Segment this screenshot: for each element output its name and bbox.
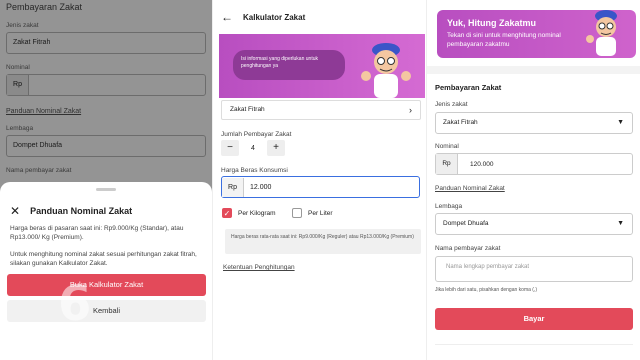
rice-price-value: 12.000 (250, 183, 272, 191)
rice-price-input[interactable]: Rp 12.000 (221, 176, 420, 198)
back-arrow-icon[interactable]: ← (221, 10, 233, 24)
ketentuan-link[interactable]: Ketentuan Penghitungan (223, 264, 295, 271)
sheet-paragraph-calculator: Untuk menghitung nominal zakat sesuai pe… (10, 251, 197, 268)
nama-hint: Jika lebih dari satu, pisahkan dengan ko… (435, 287, 538, 293)
watermark-logo: 6 (58, 276, 92, 332)
checkbox-checked-icon[interactable]: ✓ (222, 208, 232, 218)
currency-prefix: Rp (436, 154, 458, 174)
banner-title: Yuk, Hitung Zakatmu (447, 18, 537, 28)
speech-bubble: Isi informasi yang diperlukan untuk peng… (233, 50, 345, 80)
decrement-button[interactable]: − (221, 140, 239, 156)
page-title: Kalkulator Zakat (243, 12, 306, 22)
sheet-paragraph-price: Harga beras di pasaran saat ini: Rp9.000… (10, 225, 184, 242)
panduan-nominal-link[interactable]: Panduan Nominal Zakat (435, 185, 505, 192)
jenis-zakat-label: Jenis zakat (435, 101, 468, 108)
calculator-promo-banner[interactable]: Yuk, Hitung Zakatmu Tekan di sini untuk … (437, 10, 636, 58)
per-liter-option[interactable]: Per Liter (292, 208, 333, 218)
nominal-value: 120.000 (470, 160, 494, 168)
footer-divider (435, 344, 633, 360)
per-kilogram-option[interactable]: ✓ Per Kilogram (222, 208, 276, 218)
harga-label: Harga Beras Konsumsi (221, 167, 288, 174)
jenis-zakat-select[interactable]: Zakat Fitrah ▼ (435, 112, 633, 134)
per-liter-label: Per Liter (308, 209, 333, 217)
screen: Pembayaran Zakat Jenis zakat Zakat Fitra… (0, 0, 640, 360)
increment-button[interactable]: + (267, 140, 285, 156)
mascot-illustration (361, 43, 411, 98)
jenis-zakat-value: Zakat Fitrah (443, 119, 478, 126)
panel-payment-form: Yuk, Hitung Zakatmu Tekan di sini untuk … (426, 0, 640, 360)
caret-down-icon: ▼ (617, 220, 624, 227)
calculator-banner: Isi informasi yang diperlukan untuk peng… (219, 34, 425, 98)
price-info-note: Harga beras rata-rata saat ini: Rp9.000/… (225, 229, 421, 254)
nama-pembayar-input[interactable]: Nama lengkap pembayar zakat (435, 256, 633, 282)
sheet-header: ✕ Panduan Nominal Zakat (10, 204, 132, 218)
quantity-value[interactable]: 4 (239, 145, 267, 152)
section-title: Pembayaran Zakat (435, 83, 502, 92)
banner-subtitle: Tekan di sini untuk menghitung nominal p… (447, 32, 561, 49)
back-button[interactable]: Kembali (7, 300, 206, 322)
lembaga-select[interactable]: Dompet Dhuafa ▼ (435, 213, 633, 235)
open-calculator-button[interactable]: Buka Kalkulator Zakat (7, 274, 206, 296)
jumlah-label: Jumlah Pembayar Zakat (221, 131, 292, 138)
chevron-right-icon: › (409, 105, 412, 115)
caret-down-icon: ▼ (617, 119, 624, 126)
mascot-illustration (586, 10, 617, 56)
lembaga-label: Lembaga (435, 203, 463, 210)
panel-calculator: ← Kalkulator Zakat Isi informasi yang di… (212, 0, 425, 360)
nominal-field[interactable]: Rp 120.000 (435, 153, 633, 175)
bottom-sheet: ✕ Panduan Nominal Zakat Harga beras di p… (0, 182, 212, 360)
pay-button[interactable]: Bayar (435, 308, 633, 330)
close-icon[interactable]: ✕ (10, 204, 20, 218)
per-kilogram-label: Per Kilogram (238, 209, 276, 217)
section-divider (427, 66, 640, 74)
nama-pembayar-label: Nama pembayar zakat (435, 245, 501, 252)
panel-payment-with-guide: Pembayaran Zakat Jenis zakat Zakat Fitra… (0, 0, 212, 360)
zakat-type-card[interactable]: Zakat Fitrah › (221, 100, 421, 120)
checkbox-unchecked-icon[interactable] (292, 208, 302, 218)
zakat-type-label: Zakat Fitrah (230, 106, 265, 113)
currency-prefix: Rp (222, 177, 244, 197)
sheet-title: Panduan Nominal Zakat (30, 206, 133, 216)
lembaga-value: Dompet Dhuafa (443, 220, 489, 227)
nominal-label: Nominal (435, 143, 459, 150)
sheet-drag-handle[interactable] (96, 188, 116, 191)
quantity-stepper: − 4 + (221, 140, 285, 156)
app-bar: ← Kalkulator Zakat (213, 0, 425, 34)
